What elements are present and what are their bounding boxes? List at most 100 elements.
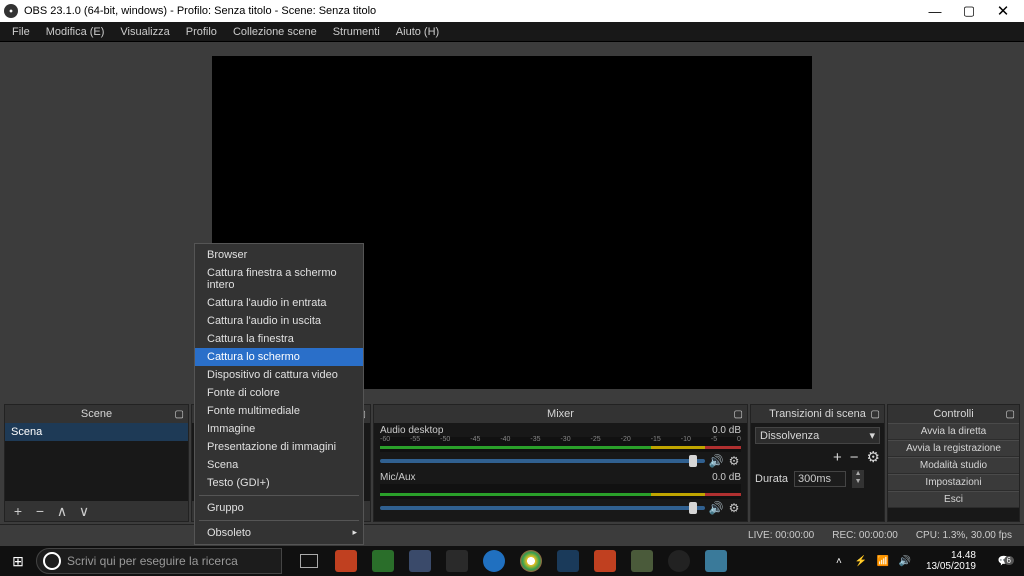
- cm-window-capture[interactable]: Cattura la finestra: [195, 330, 363, 348]
- transition-add-button[interactable]: +: [833, 449, 842, 466]
- maximize-button[interactable]: ▢: [952, 0, 986, 22]
- mixer-ch2-meter: [380, 484, 741, 499]
- cm-browser[interactable]: Browser: [195, 246, 363, 264]
- cm-audio-input[interactable]: Cattura l'audio in entrata: [195, 294, 363, 312]
- taskbar-app[interactable]: [329, 546, 363, 576]
- scene-add-button[interactable]: +: [9, 503, 27, 519]
- transitions-popout-icon[interactable]: ▢: [871, 409, 880, 420]
- notification-count-badge: 6: [1004, 556, 1014, 565]
- taskbar-app[interactable]: [366, 546, 400, 576]
- add-source-context-menu: Browser Cattura finestra a schermo inter…: [194, 243, 364, 545]
- menu-help[interactable]: Aiuto (H): [388, 24, 447, 40]
- close-button[interactable]: ✕: [986, 0, 1020, 22]
- minimize-button[interactable]: —: [918, 0, 952, 22]
- cm-display-capture[interactable]: Cattura lo schermo: [195, 348, 363, 366]
- mixer-ch1-slider[interactable]: [380, 459, 705, 463]
- settings-button[interactable]: Impostazioni: [888, 474, 1019, 491]
- menu-view[interactable]: Visualizza: [112, 24, 177, 40]
- transitions-body: Dissolvenza ▾ + − ⚙ Durata ▲▼: [751, 423, 884, 521]
- start-stream-button[interactable]: Avvia la diretta: [888, 423, 1019, 440]
- workspace: Scene ▢ Scena + − ∧ ∨ Origini ▢ + −: [0, 42, 1024, 524]
- mixer-ch2-slider[interactable]: [380, 506, 705, 510]
- mixer-ch1-name: Audio desktop: [380, 425, 443, 436]
- tray-volume-icon[interactable]: 🔊: [898, 556, 912, 567]
- scenes-dock: Scene ▢ Scena + − ∧ ∨: [4, 404, 189, 522]
- tray-network-icon[interactable]: ⚡: [854, 556, 868, 567]
- clock-date: 13/05/2019: [926, 561, 976, 572]
- controls-header: Controlli ▢: [888, 405, 1019, 423]
- scenes-header: Scene ▢: [5, 405, 188, 423]
- taskbar-app[interactable]: [625, 546, 659, 576]
- menu-scene-collection[interactable]: Collezione scene: [225, 24, 325, 40]
- taskbar-app[interactable]: [699, 546, 733, 576]
- studio-mode-button[interactable]: Modalità studio: [888, 457, 1019, 474]
- menu-tools[interactable]: Strumenti: [325, 24, 388, 40]
- cm-color-source[interactable]: Fonte di colore: [195, 384, 363, 402]
- taskbar-obs[interactable]: [662, 546, 696, 576]
- taskbar-app[interactable]: [514, 546, 548, 576]
- cm-audio-output[interactable]: Cattura l'audio in uscita: [195, 312, 363, 330]
- search-placeholder: Scrivi qui per eseguire la ricerca: [67, 554, 238, 568]
- status-rec: REC: 00:00:00: [832, 530, 898, 541]
- status-bar: LIVE: 00:00:00 REC: 00:00:00 CPU: 1.3%, …: [0, 524, 1024, 546]
- mixer-ch2-name: Mic/Aux: [380, 472, 416, 483]
- start-button[interactable]: ⊞: [0, 546, 36, 576]
- action-center-button[interactable]: 💬6: [990, 556, 1018, 567]
- preview-area: [0, 42, 1024, 402]
- transition-select[interactable]: Dissolvenza ▾: [755, 427, 880, 444]
- cm-group[interactable]: Gruppo: [195, 499, 363, 517]
- window-titlebar: OBS 23.1.0 (64-bit, windows) - Profilo: …: [0, 0, 1024, 22]
- scenes-popout-icon[interactable]: ▢: [175, 409, 184, 420]
- transition-mode-label: Dissolvenza: [760, 430, 819, 442]
- cm-image-slideshow[interactable]: Presentazione di immagini: [195, 438, 363, 456]
- tray-chevron-icon[interactable]: ˄: [832, 556, 846, 567]
- tray-wifi-icon[interactable]: 📶: [876, 556, 890, 567]
- scene-item[interactable]: Scena: [5, 423, 188, 441]
- scene-down-button[interactable]: ∨: [75, 503, 93, 520]
- transition-remove-button[interactable]: −: [850, 449, 859, 466]
- transition-duration-label: Durata: [755, 473, 788, 485]
- duration-spinner[interactable]: ▲▼: [852, 470, 864, 488]
- exit-button[interactable]: Esci: [888, 491, 1019, 508]
- system-tray: ˄ ⚡ 📶 🔊 14.48 13/05/2019 💬6: [826, 550, 1024, 572]
- cm-video-capture[interactable]: Dispositivo di cattura video: [195, 366, 363, 384]
- taskbar-app[interactable]: [477, 546, 511, 576]
- cm-deprecated[interactable]: Obsoleto: [195, 524, 363, 542]
- taskbar-search[interactable]: Scrivi qui per eseguire la ricerca: [36, 548, 282, 574]
- mixer-ch1-mute-icon[interactable]: 🔊: [709, 454, 723, 468]
- start-record-button[interactable]: Avvia la registrazione: [888, 440, 1019, 457]
- task-view-button[interactable]: [292, 546, 326, 576]
- mixer-ch2-settings-icon[interactable]: ⚙: [727, 501, 741, 515]
- cm-image[interactable]: Immagine: [195, 420, 363, 438]
- transition-duration-input[interactable]: [794, 471, 846, 487]
- mixer-ch2-mute-icon[interactable]: 🔊: [709, 501, 723, 515]
- taskbar-app[interactable]: [551, 546, 585, 576]
- transitions-dock: Transizioni di scena ▢ Dissolvenza ▾ + −…: [750, 404, 885, 522]
- cm-fullscreen-capture[interactable]: Cattura finestra a schermo intero: [195, 264, 363, 294]
- menu-edit[interactable]: Modifica (E): [38, 24, 113, 40]
- cm-media-source[interactable]: Fonte multimediale: [195, 402, 363, 420]
- taskbar-app[interactable]: [440, 546, 474, 576]
- controls-title: Controlli: [933, 408, 973, 420]
- scene-up-button[interactable]: ∧: [53, 503, 71, 520]
- mixer-ch2-db: 0.0 dB: [712, 472, 741, 483]
- cortana-icon: [43, 552, 61, 570]
- cm-text-gdi[interactable]: Testo (GDI+): [195, 474, 363, 492]
- window-title: OBS 23.1.0 (64-bit, windows) - Profilo: …: [24, 5, 918, 17]
- taskbar-app[interactable]: [403, 546, 437, 576]
- windows-taskbar: ⊞ Scrivi qui per eseguire la ricerca ˄ ⚡…: [0, 546, 1024, 576]
- controls-popout-icon[interactable]: ▢: [1006, 409, 1015, 420]
- mixer-ch1-settings-icon[interactable]: ⚙: [727, 454, 741, 468]
- scene-remove-button[interactable]: −: [31, 503, 49, 519]
- cm-separator: [199, 520, 359, 521]
- mixer-popout-icon[interactable]: ▢: [734, 409, 743, 420]
- obs-logo-icon: [4, 4, 18, 18]
- taskbar-app[interactable]: [588, 546, 622, 576]
- taskbar-clock[interactable]: 14.48 13/05/2019: [920, 550, 982, 572]
- scenes-body[interactable]: Scena: [5, 423, 188, 501]
- transition-settings-button[interactable]: ⚙: [867, 448, 880, 466]
- menu-profile[interactable]: Profilo: [178, 24, 225, 40]
- scenes-title: Scene: [81, 408, 112, 420]
- cm-scene[interactable]: Scena: [195, 456, 363, 474]
- menu-file[interactable]: File: [4, 24, 38, 40]
